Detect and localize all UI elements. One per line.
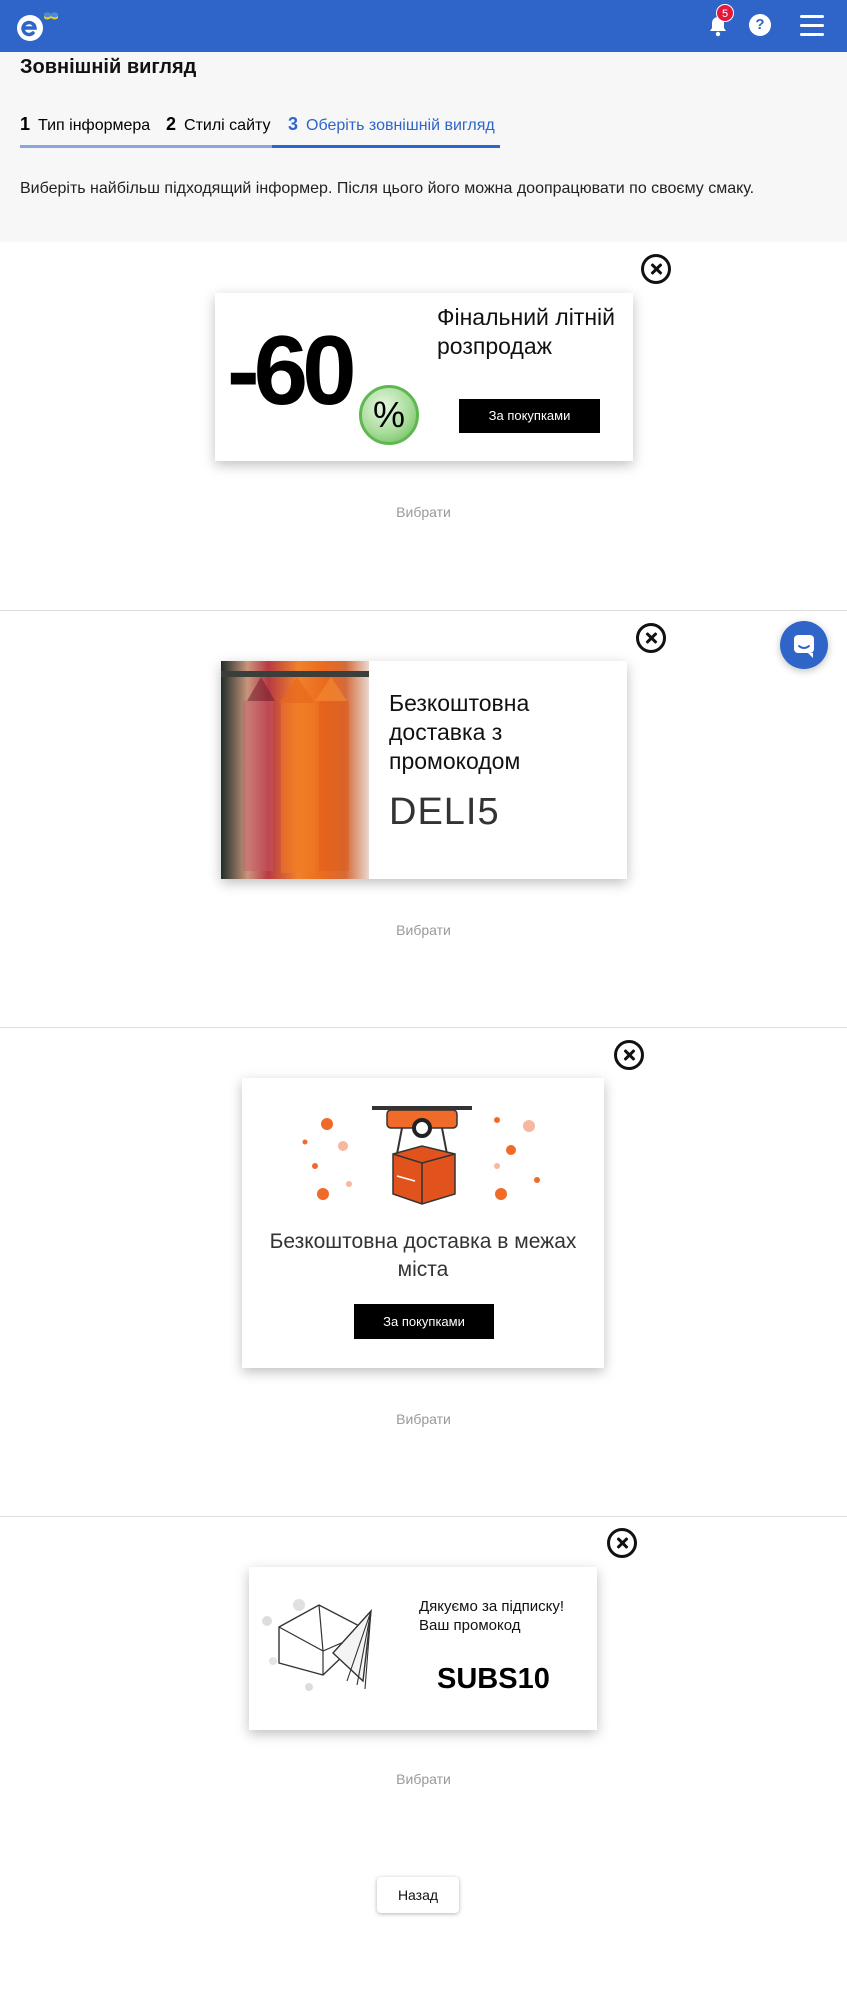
top-navigation-bar: 5 ? <box>0 0 847 52</box>
page-title: Зовнішній вигляд <box>20 56 197 78</box>
close-icon[interactable] <box>641 254 671 284</box>
promo-code: DELI5 <box>389 791 500 833</box>
select-link[interactable]: Вибрати <box>0 922 847 938</box>
discount-value: -60 <box>227 315 357 425</box>
clothes-rack-image <box>221 661 369 879</box>
step-appearance[interactable]: 3 Оберіть зовнішній вигляд <box>288 114 520 144</box>
chat-button[interactable] <box>780 621 828 669</box>
close-icon[interactable] <box>636 623 666 653</box>
step-type[interactable]: 1 Тип інформера <box>20 114 156 144</box>
step-styles[interactable]: 2 Стилі сайту <box>166 114 292 144</box>
select-link[interactable]: Вибрати <box>0 1411 847 1427</box>
informer-card-promo[interactable]: Безкоштовна доставка з промокодом DELI5 <box>221 661 627 879</box>
step-number: 3 <box>288 114 299 134</box>
informer-option: Безкоштовна доставка з промокодом DELI5 … <box>0 611 847 1028</box>
delivery-headline: Безкоштовна доставка в межах міста <box>269 1230 577 1281</box>
shop-button[interactable]: За покупками <box>459 399 600 433</box>
step-label: Стилі сайту <box>184 117 271 134</box>
shop-button[interactable]: За покупками <box>354 1304 494 1339</box>
informer-option: Безкоштовна доставка в межах міста За по… <box>0 1028 847 1517</box>
informer-card-subscription[interactable]: Дякуємо за підписку! Ваш промокод SUBS10 <box>249 1567 597 1730</box>
brand-logo-icon[interactable] <box>14 8 58 44</box>
informer-option: -60 % Фінальний літній розпродаж За поку… <box>0 242 847 611</box>
instruction-text: Виберіть найбільш підходящий інформер. П… <box>20 180 755 197</box>
step-label: Тип інформера <box>38 117 151 134</box>
sale-headline: Фінальний літній розпродаж <box>437 304 616 359</box>
informer-card-delivery[interactable]: Безкоштовна доставка в межах міста За по… <box>242 1078 604 1368</box>
step-number: 2 <box>166 114 177 134</box>
close-icon[interactable] <box>607 1528 637 1558</box>
step-label: Оберіть зовнішній вигляд <box>306 117 495 134</box>
promo-headline: Безкоштовна доставка з промокодом <box>389 690 530 774</box>
informer-card-sale[interactable]: -60 % Фінальний літній розпродаж За поку… <box>215 293 633 461</box>
drone-delivery-icon <box>302 1106 540 1205</box>
hamburger-menu-icon[interactable] <box>800 15 824 37</box>
chat-icon <box>794 635 814 658</box>
percent-badge: % <box>359 385 419 445</box>
notification-badge: 5 <box>716 4 734 22</box>
select-link[interactable]: Вибрати <box>0 504 847 520</box>
step-number: 1 <box>20 114 31 134</box>
step-progress-done <box>20 145 272 148</box>
help-icon[interactable]: ? <box>749 14 771 36</box>
informer-option: Дякуємо за підписку! Ваш промокод SUBS10… <box>0 1517 847 1999</box>
back-button[interactable]: Назад <box>377 1877 459 1913</box>
select-link[interactable]: Вибрати <box>0 1771 847 1787</box>
subscription-headline: Дякуємо за підписку! Ваш промокод <box>419 1598 564 1634</box>
paper-plane-icon <box>262 1599 372 1691</box>
step-progress-active <box>272 145 500 148</box>
close-icon[interactable] <box>614 1040 644 1070</box>
promo-code: SUBS10 <box>437 1663 550 1695</box>
